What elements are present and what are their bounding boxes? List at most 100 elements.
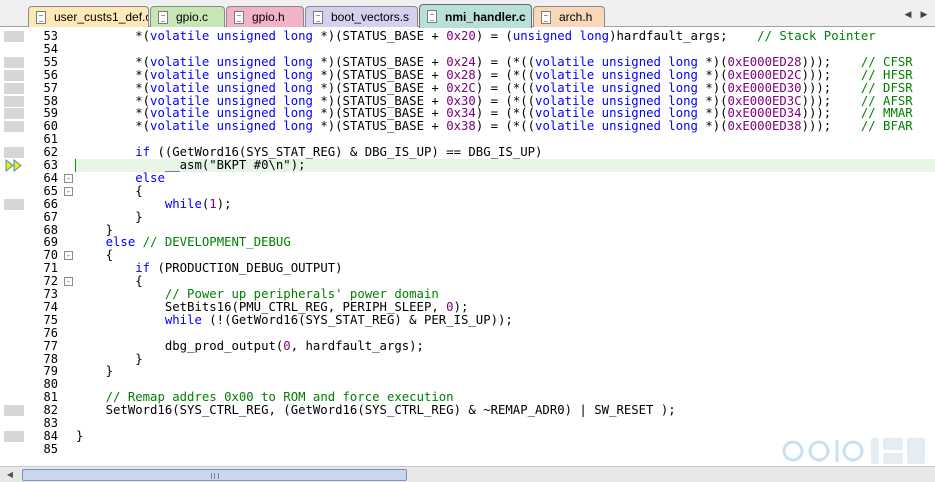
breakpoint-slot[interactable]: [4, 276, 24, 287]
code-token: *(: [76, 106, 151, 121]
code-text[interactable]: *(volatile unsigned long *)(STATUS_BASE …: [76, 119, 913, 134]
code-token: SetWord16(SYS_CTRL_REG, (GetWord16(SYS_C…: [76, 403, 676, 418]
code-coverage-marker[interactable]: [4, 198, 24, 210]
tab-gpio-c[interactable]: gpio.c: [150, 6, 225, 27]
chevron-left-icon[interactable]: ◀: [901, 8, 915, 22]
tab-nmi-handler-c[interactable]: nmi_handler.c: [419, 4, 532, 28]
code-text[interactable]: }: [76, 365, 113, 378]
tab-gpio-h[interactable]: gpio.h: [226, 6, 304, 27]
code-line[interactable]: 83: [0, 417, 935, 430]
code-text[interactable]: SetWord16(SYS_CTRL_REG, (GetWord16(SYS_C…: [76, 404, 676, 417]
code-coverage-marker[interactable]: [4, 82, 24, 94]
code-token: }: [76, 222, 114, 237]
comment-token: // DFSR: [860, 80, 913, 95]
code-coverage-marker[interactable]: [4, 121, 24, 133]
tab-user-custs1-def-c[interactable]: user_custs1_def.c: [28, 6, 149, 27]
collapse-icon[interactable]: -: [64, 186, 73, 196]
breakpoint-slot[interactable]: [4, 134, 24, 145]
number-token: 0x24: [446, 54, 476, 69]
code-coverage-marker[interactable]: [4, 69, 24, 81]
breakpoint-slot[interactable]: [4, 379, 24, 390]
keyword-token: volatile unsigned long: [150, 119, 313, 134]
code-line[interactable]: 79 }: [0, 365, 935, 378]
breakpoint-slot[interactable]: [4, 237, 24, 248]
line-number: 55: [43, 54, 58, 69]
collapse-icon[interactable]: -: [64, 173, 73, 183]
breakpoint-slot[interactable]: [4, 315, 24, 326]
collapse-icon[interactable]: -: [64, 251, 73, 261]
breakpoint-slot[interactable]: [4, 212, 24, 223]
file-icon: [234, 10, 244, 24]
keyword-token: volatile unsigned long: [535, 80, 698, 95]
number-token: 0xE000ED30: [727, 80, 802, 95]
comment-token: // MMAR: [860, 106, 913, 121]
code-token: )));: [801, 93, 861, 108]
execution-arrow-icon: [5, 159, 22, 172]
chevron-right-icon[interactable]: ▶: [917, 8, 931, 22]
file-icon: [36, 10, 46, 24]
code-line[interactable]: 78 }: [0, 352, 935, 366]
keyword-token: volatile unsigned long: [150, 67, 313, 82]
code-text[interactable]: *(volatile unsigned long *)(STATUS_BASE …: [76, 29, 875, 43]
line-number: 54: [43, 41, 58, 56]
code-token: );: [453, 299, 469, 314]
code-token: *)(STATUS_BASE +: [312, 93, 447, 108]
code-token: )));: [801, 80, 861, 95]
keyword-token: else: [105, 235, 136, 250]
number-token: 0x20: [446, 29, 476, 43]
breakpoint-slot[interactable]: [4, 341, 24, 352]
code-line[interactable]: 82 SetWord16(SYS_CTRL_REG, (GetWord16(SY…: [0, 404, 935, 417]
arrow-left-icon[interactable]: ◀: [3, 469, 17, 481]
code-coverage-marker[interactable]: [4, 95, 24, 107]
breakpoint-slot[interactable]: [4, 328, 24, 339]
number-token: 0: [446, 299, 454, 314]
grip-icon: [211, 473, 219, 479]
code-coverage-marker[interactable]: [4, 405, 24, 417]
collapse-icon[interactable]: -: [64, 277, 73, 287]
breakpoint-slot[interactable]: [4, 263, 24, 274]
code-line[interactable]: 53 *(volatile unsigned long *)(STATUS_BA…: [0, 30, 935, 43]
code-text[interactable]: }: [76, 429, 83, 443]
code-editor[interactable]: 53 *(volatile unsigned long *)(STATUS_BA…: [0, 28, 935, 465]
breakpoint-slot[interactable]: [4, 418, 24, 429]
breakpoint-slot[interactable]: [4, 354, 24, 365]
breakpoint-slot[interactable]: [4, 392, 24, 403]
line-number: 75: [43, 312, 58, 327]
code-line[interactable]: 75 while (!(GetWord16(SYS_STAT_REG) & PE…: [0, 312, 935, 327]
number-token: 0x30: [446, 93, 476, 108]
breakpoint-slot[interactable]: [4, 44, 24, 55]
code-coverage-marker[interactable]: [4, 430, 24, 442]
breakpoint-slot[interactable]: [4, 186, 24, 197]
breakpoint-slot[interactable]: [4, 444, 24, 455]
breakpoint-slot[interactable]: [4, 173, 24, 184]
line-number: 84: [43, 428, 58, 443]
breakpoint-slot[interactable]: [4, 302, 24, 313]
code-line[interactable]: 67 }: [0, 210, 935, 224]
number-token: 0xE000ED34: [727, 106, 802, 121]
code-coverage-marker[interactable]: [4, 147, 24, 159]
number-token: 0x28: [446, 67, 476, 82]
breakpoint-slot[interactable]: [4, 225, 24, 236]
code-line[interactable]: 69 else // DEVELOPMENT_DEBUG: [0, 236, 935, 249]
code-token: *)(STATUS_BASE +: [312, 67, 447, 82]
tab-arch-h[interactable]: arch.h: [533, 6, 605, 27]
keyword-token: if: [135, 261, 151, 276]
code-coverage-marker[interactable]: [4, 31, 24, 42]
code-coverage-marker[interactable]: [4, 108, 24, 120]
breakpoint-slot[interactable]: [4, 250, 24, 261]
code-text[interactable]: while (!(GetWord16(SYS_STAT_REG) & PER_I…: [76, 313, 513, 327]
breakpoint-slot[interactable]: [4, 289, 24, 300]
code-token: )));: [801, 67, 861, 82]
tab-boot-vectors-s[interactable]: boot_vectors.s: [305, 6, 418, 27]
keyword-token: volatile unsigned long: [150, 106, 313, 121]
scrollbar-thumb[interactable]: [22, 469, 407, 481]
comment-token: // BFAR: [860, 119, 913, 134]
code-coverage-marker[interactable]: [4, 56, 24, 68]
code-token: *)(: [697, 80, 728, 95]
code-line[interactable]: 60 *(volatile unsigned long *)(STATUS_BA…: [0, 120, 935, 133]
file-icon: [541, 10, 551, 24]
keyword-token: while: [164, 196, 202, 211]
breakpoint-slot[interactable]: [4, 366, 24, 377]
